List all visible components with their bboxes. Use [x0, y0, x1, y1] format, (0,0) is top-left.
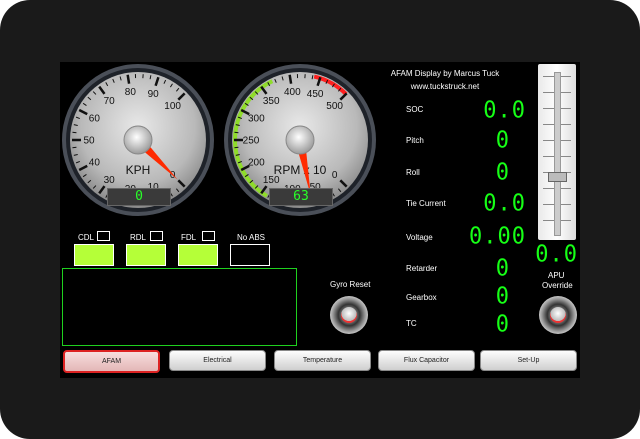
reading-label-gearbox: Gearbox	[406, 293, 437, 302]
tab-afam[interactable]: AFAM	[63, 350, 160, 373]
reading-value-roll: 0	[495, 159, 510, 186]
rpm-gauge-tick-label: 450	[307, 89, 324, 100]
speed-gauge-tick-label: 50	[83, 136, 95, 147]
rpm-gauge-tick-label: 350	[263, 96, 280, 107]
reading-label-pitch: Pitch	[406, 136, 424, 145]
fdl-indicator	[178, 244, 218, 266]
apu-override-button[interactable]	[539, 296, 577, 334]
rpm-gauge-tick-label: 400	[284, 87, 301, 98]
override-label: Override	[542, 281, 573, 290]
reading-value-tie-current: 0.0	[483, 190, 526, 217]
gyro-reset-button[interactable]	[330, 296, 368, 334]
reading-label-tie-current: Tie Current	[406, 199, 446, 208]
indicator-label-cdl: CDL	[78, 233, 95, 242]
slider-track[interactable]	[554, 72, 561, 236]
speed-gauge-tick-label: 60	[89, 113, 101, 124]
gyro-reset-label: Gyro Reset	[330, 280, 371, 289]
rpm-readout: 63	[269, 188, 333, 206]
speed-gauge-tick-label: 80	[125, 87, 137, 98]
indicator-label-no-abs: No ABS	[237, 233, 266, 242]
tab-temperature[interactable]: Temperature	[274, 350, 371, 371]
reading-label-voltage: Voltage	[406, 233, 433, 242]
apu-label: APU	[548, 271, 565, 280]
reading-label-tc: TC	[406, 319, 417, 328]
reading-value-voltage: 0.00	[469, 223, 526, 250]
header-title: AFAM Display by Marcus Tuck	[390, 69, 500, 78]
tab-set-up[interactable]: Set-Up	[480, 350, 577, 371]
rpm-gauge-tick-label: 0	[332, 170, 338, 181]
tab-electrical[interactable]: Electrical	[169, 350, 266, 371]
speed-gauge-tick-label: 90	[148, 89, 160, 100]
fdl-checkbox[interactable]	[202, 231, 215, 241]
rpm-gauge-tick-label: 500	[326, 101, 343, 112]
message-box	[62, 268, 297, 346]
reading-label-retarder: Retarder	[406, 264, 438, 273]
reading-value-gearbox: 0	[495, 283, 510, 310]
indicator-label-rdl: RDL	[130, 233, 147, 242]
speed-gauge-unit-label: KPH	[126, 163, 151, 177]
display-screen: 0102030405060708090100KPH 0 050100150200…	[60, 62, 580, 378]
no-abs-indicator	[230, 244, 270, 266]
reading-label-soc: SOC	[406, 105, 424, 114]
rpm-gauge-tick-label: 250	[243, 136, 260, 147]
speed-gauge-tick	[126, 74, 131, 84]
reading-value-tc: 0	[495, 311, 510, 338]
speed-gauge-tick-label: 40	[89, 158, 101, 169]
reading-value-retarder: 0	[495, 255, 510, 282]
speed-readout: 0	[107, 188, 171, 206]
slider-thumb[interactable]	[548, 172, 567, 182]
slider-value: 0.0	[535, 241, 578, 268]
speed-gauge-tick-label: 100	[164, 101, 181, 112]
rdl-indicator	[126, 244, 166, 266]
speed-gauge-tick-label: 70	[104, 96, 116, 107]
rpm-gauge-tick	[288, 74, 293, 84]
reading-value-soc: 0.0	[483, 97, 526, 124]
speed-gauge-tick-label: 30	[104, 175, 116, 186]
reading-label-roll: Roll	[406, 168, 420, 177]
vertical-slider[interactable]	[538, 64, 576, 240]
reading-value-pitch: 0	[495, 127, 510, 154]
rpm-gauge-tick-label: 300	[248, 113, 265, 124]
speed-gauge-hub	[123, 125, 153, 155]
rpm-gauge-unit-label: RPM x 10	[274, 163, 327, 177]
tab-bar: AFAM Electrical Temperature Flux Capacit…	[60, 346, 580, 378]
tab-flux-capacitor[interactable]: Flux Capacitor	[378, 350, 475, 371]
rpm-gauge-tick-label: 200	[248, 158, 265, 169]
rdl-checkbox[interactable]	[150, 231, 163, 241]
cdl-checkbox[interactable]	[97, 231, 110, 241]
header-url: www.tuckstruck.net	[410, 82, 480, 91]
indicator-label-fdl: FDL	[181, 233, 197, 242]
rpm-gauge-hub	[285, 125, 315, 155]
cdl-indicator	[74, 244, 114, 266]
